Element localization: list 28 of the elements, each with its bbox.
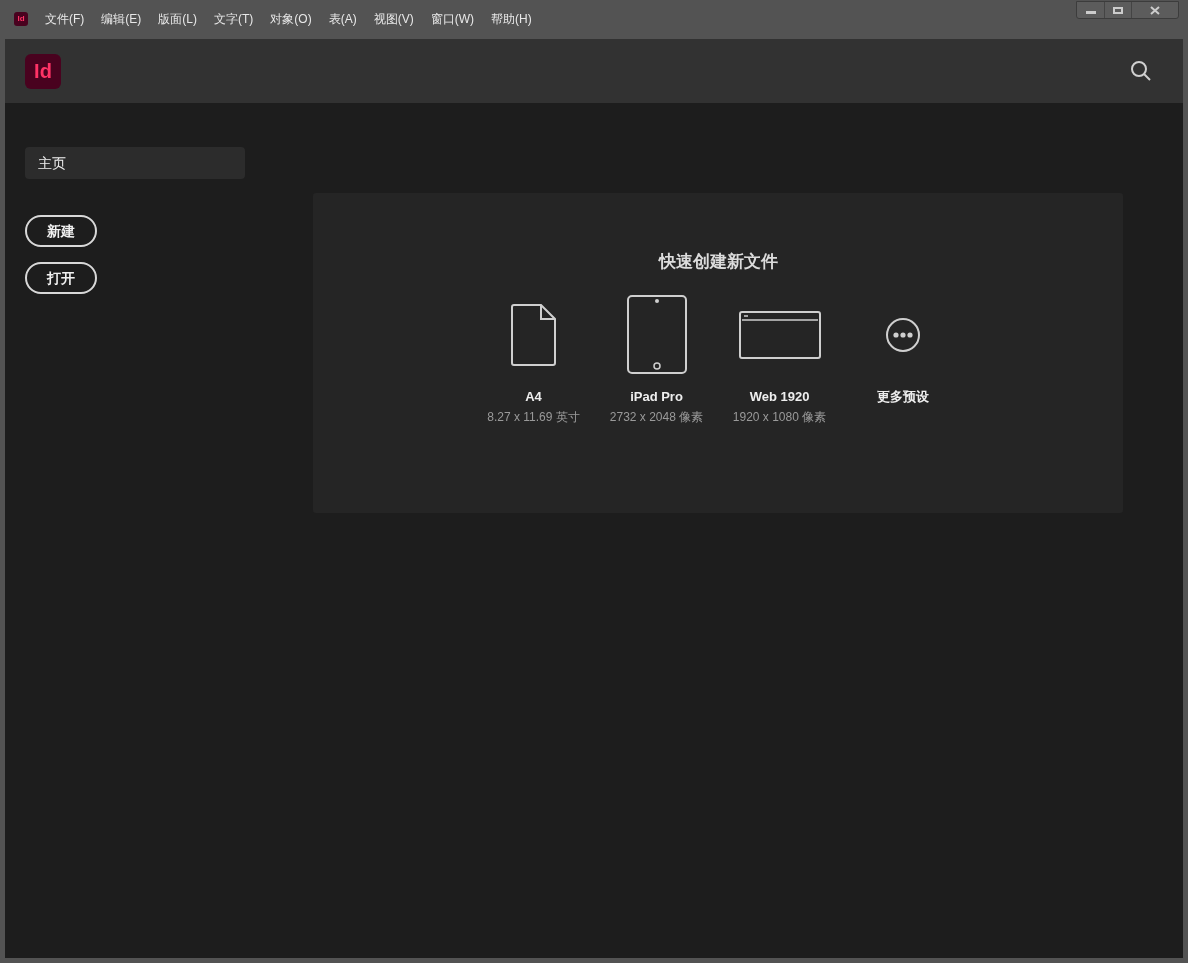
more-icon[interactable] <box>884 316 921 353</box>
preset-name[interactable]: 更多预设 <box>876 386 929 406</box>
preset-name[interactable]: iPad Pro <box>630 386 683 406</box>
sidebar-item[interactable]: 主页 <box>25 147 245 179</box>
document-icon[interactable] <box>510 302 557 367</box>
preset-size: 2732 x 2048 像素 <box>609 409 704 426</box>
menu-item[interactable]: 文件(F) <box>45 10 85 28</box>
menu-item[interactable]: 文字(T) <box>214 10 254 28</box>
sidebar-button[interactable]: 打开 <box>25 262 97 294</box>
menu-item[interactable]: 版面(L) <box>158 10 197 28</box>
menu-item[interactable]: 窗口(W) <box>430 10 474 28</box>
panel-title: 快速创建新文件 <box>658 251 778 273</box>
menu-item[interactable]: 表(A) <box>328 10 357 28</box>
sidebar-button[interactable]: 新建 <box>25 215 97 247</box>
menu-item[interactable]: 编辑(E) <box>101 10 142 28</box>
preset-name[interactable]: A4 <box>525 386 542 406</box>
app-logo: Id <box>25 53 61 89</box>
preset-name[interactable]: Web 1920 <box>749 386 810 406</box>
menu-item[interactable]: 帮助(H) <box>491 10 532 28</box>
menu-item[interactable]: 视图(V) <box>373 10 414 28</box>
close-icon <box>1150 5 1160 15</box>
preset-size: 8.27 x 11.69 英寸 <box>487 409 580 426</box>
app-icon: Id <box>14 12 28 26</box>
menu-item[interactable]: 对象(O) <box>270 10 312 28</box>
search-icon[interactable] <box>1130 60 1152 82</box>
browser-window-icon[interactable] <box>738 310 821 359</box>
tablet-icon[interactable] <box>626 294 687 375</box>
preset-size: 1920 x 1080 像素 <box>732 409 827 426</box>
